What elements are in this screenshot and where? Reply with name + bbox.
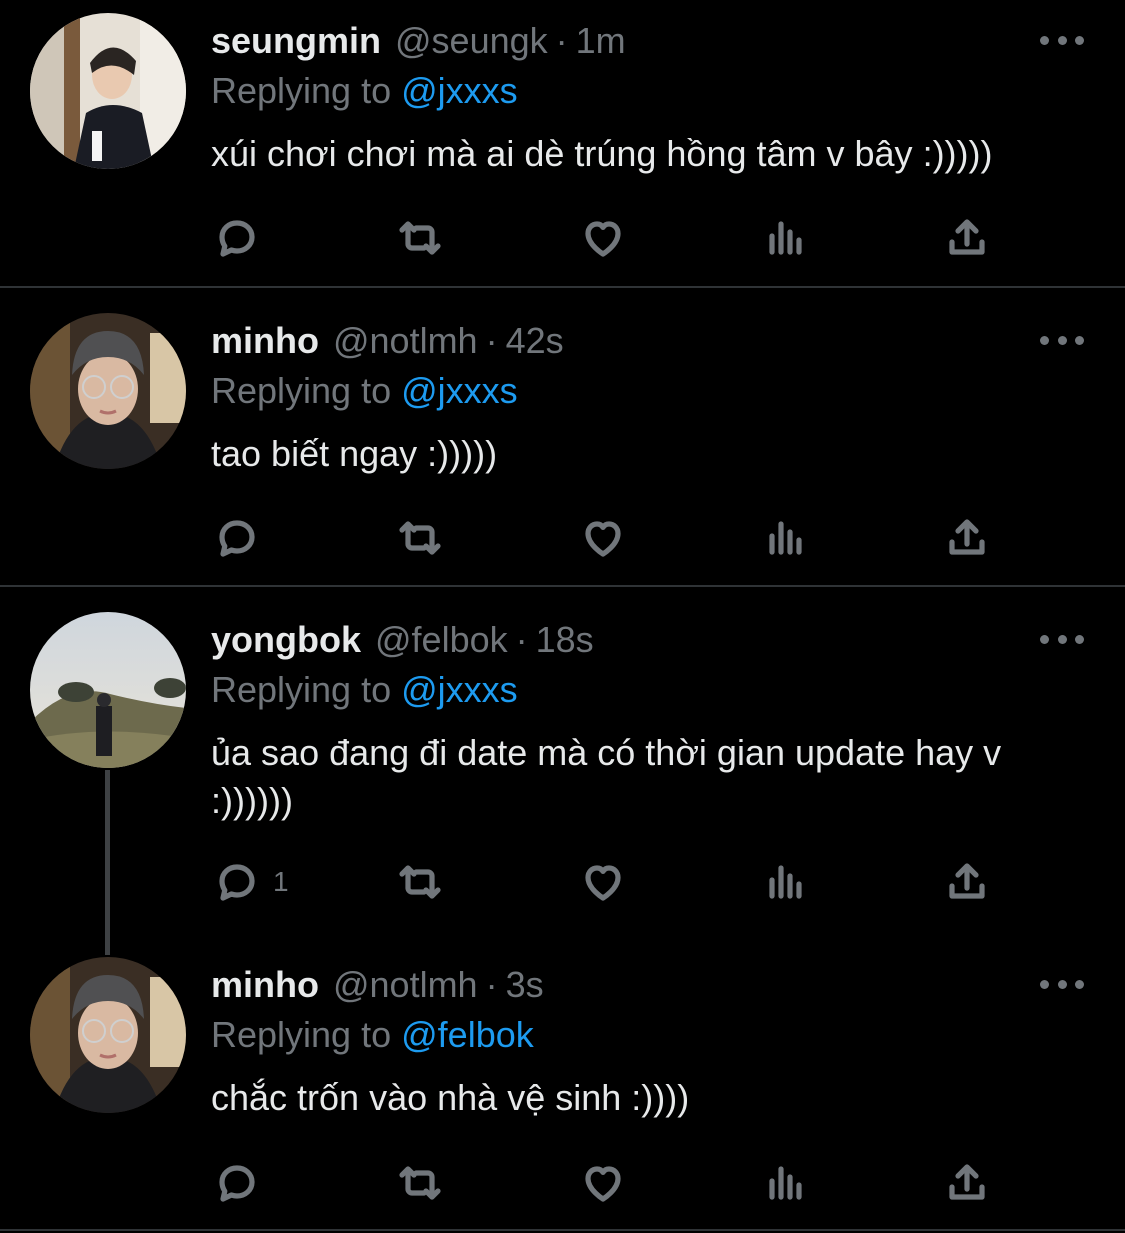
avatar[interactable]: [30, 957, 186, 1113]
mention-link[interactable]: @jxxxs: [401, 70, 518, 111]
like-icon: [585, 221, 621, 257]
retweet-button[interactable]: [390, 1153, 450, 1213]
action-bar: [0, 1153, 1125, 1213]
separator-dot: ·: [515, 619, 528, 660]
analytics-icon: [769, 221, 802, 255]
share-button[interactable]: [937, 852, 997, 912]
tweet-text: ủa sao đang đi date mà có thời gian upda…: [211, 732, 1002, 821]
separator-dot: ·: [485, 320, 498, 361]
tweet[interactable]: seungmin @seungk · 1m Replying to @jxxxs…: [0, 0, 1125, 286]
avatar-photo: [30, 13, 186, 169]
retweet-button[interactable]: [390, 208, 450, 268]
replying-to-label: Replying to: [211, 70, 392, 111]
avatar[interactable]: [30, 313, 186, 469]
more-icon[interactable]: [1040, 330, 1084, 350]
replying-to-label: Replying to: [211, 370, 392, 411]
reply-icon: [219, 1165, 255, 1202]
share-button[interactable]: [937, 1153, 997, 1213]
like-icon: [585, 1166, 621, 1202]
reply-button[interactable]: [207, 508, 267, 568]
retweet-icon: [399, 1166, 441, 1200]
analytics-icon: [769, 1166, 802, 1200]
user-handle[interactable]: @seungk: [395, 13, 548, 69]
analytics-button[interactable]: [756, 508, 816, 568]
user-handle[interactable]: @notlmh: [333, 957, 478, 1013]
reply-icon: [219, 220, 255, 257]
replying-to: Replying to @jxxxs: [211, 366, 518, 416]
user-handle[interactable]: @notlmh: [333, 313, 478, 369]
mention-link[interactable]: @jxxxs: [401, 669, 518, 710]
reply-button[interactable]: [207, 852, 267, 912]
avatar-photo: [30, 612, 186, 768]
avatar-photo: [30, 313, 186, 469]
replying-to: Replying to @jxxxs: [211, 665, 518, 715]
replying-to: Replying to @jxxxs: [211, 66, 518, 116]
display-name[interactable]: yongbok: [211, 612, 361, 668]
avatar[interactable]: [30, 13, 186, 169]
user-handle[interactable]: @felbok: [375, 612, 508, 668]
more-icon[interactable]: [1040, 30, 1084, 50]
share-icon: [949, 519, 985, 555]
analytics-icon: [769, 865, 802, 899]
action-bar: 1: [0, 852, 1125, 912]
timestamp[interactable]: 42s: [506, 313, 564, 369]
tweet-text: tao biết ngay :))))): [211, 433, 498, 474]
timestamp[interactable]: 18s: [536, 612, 594, 668]
tweet-text: xúi chơi chơi mà ai dè trúng hồng tâm v …: [211, 133, 993, 174]
reply-count: 1: [273, 866, 289, 897]
action-bar: [0, 208, 1125, 268]
reply-icon: [219, 864, 255, 901]
share-icon: [949, 219, 985, 255]
retweet-button[interactable]: [390, 508, 450, 568]
analytics-icon: [769, 521, 802, 555]
reply-button[interactable]: [207, 1153, 267, 1213]
mention-link[interactable]: @jxxxs: [401, 370, 518, 411]
separator-dot: ·: [485, 964, 498, 1005]
timestamp[interactable]: 1m: [576, 13, 626, 69]
like-button[interactable]: [573, 508, 633, 568]
retweet-icon: [399, 221, 441, 255]
analytics-button[interactable]: [756, 852, 816, 912]
share-icon: [949, 863, 985, 899]
analytics-button[interactable]: [756, 1153, 816, 1213]
retweet-icon: [399, 865, 441, 899]
like-icon: [585, 521, 621, 557]
action-bar: [0, 508, 1125, 568]
tweet-header: minho @notlmh · 42s: [211, 313, 564, 369]
display-name[interactable]: seungmin: [211, 13, 381, 69]
tweet-header: seungmin @seungk · 1m: [211, 13, 626, 69]
avatar-photo: [30, 957, 186, 1113]
like-button[interactable]: [573, 208, 633, 268]
replying-to: Replying to @felbok: [211, 1010, 534, 1060]
analytics-button[interactable]: [756, 208, 816, 268]
more-icon[interactable]: [1040, 974, 1084, 994]
share-button[interactable]: [937, 508, 997, 568]
timestamp[interactable]: 3s: [506, 957, 544, 1013]
share-button[interactable]: [937, 208, 997, 268]
like-button[interactable]: [573, 852, 633, 912]
separator-dot: ·: [555, 20, 568, 61]
retweet-button[interactable]: [390, 852, 450, 912]
tweet[interactable]: minho @notlmh · 3s Replying to @felbok c…: [0, 932, 1125, 1229]
replying-to-label: Replying to: [211, 1014, 392, 1055]
display-name[interactable]: minho: [211, 957, 319, 1013]
mention-link[interactable]: @felbok: [401, 1014, 534, 1055]
more-icon[interactable]: [1040, 629, 1084, 649]
retweet-icon: [399, 521, 441, 555]
reply-icon: [219, 520, 255, 557]
tweet-header: minho @notlmh · 3s: [211, 957, 544, 1013]
display-name[interactable]: minho: [211, 313, 319, 369]
tweet[interactable]: yongbok @felbok · 18s Replying to @jxxxs…: [0, 587, 1125, 932]
share-icon: [949, 1164, 985, 1200]
reply-button[interactable]: [207, 208, 267, 268]
tweet-header: yongbok @felbok · 18s: [211, 612, 594, 668]
avatar[interactable]: [30, 612, 186, 768]
tweet[interactable]: minho @notlmh · 42s Replying to @jxxxs t…: [0, 288, 1125, 585]
tweet-text: chắc trốn vào nhà vệ sinh :)))): [211, 1077, 690, 1118]
tweet-divider: [0, 1229, 1125, 1231]
replying-to-label: Replying to: [211, 669, 392, 710]
like-button[interactable]: [573, 1153, 633, 1213]
like-icon: [585, 865, 621, 901]
